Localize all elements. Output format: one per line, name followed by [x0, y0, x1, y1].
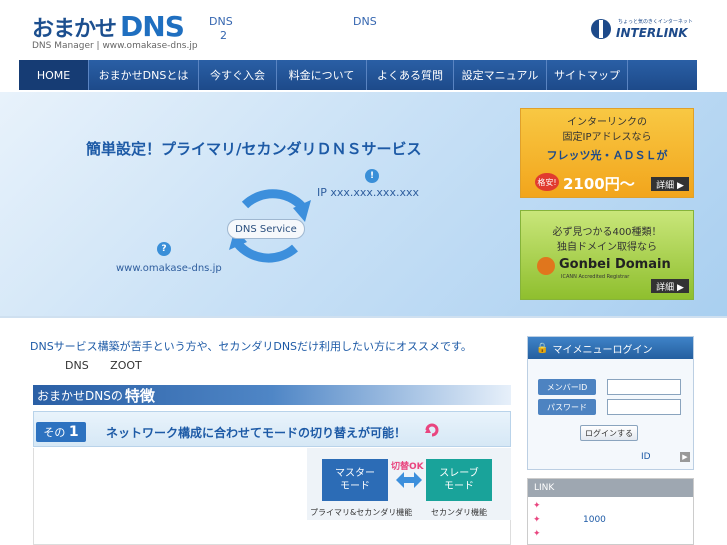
ad1-detail-button[interactable]: 詳細 ▶ [651, 177, 689, 191]
ad-gonbei-domain[interactable]: 必ず見つかる400種類！ 独自ドメイン取得なら Gonbei Domain IC… [520, 210, 694, 300]
ad1-line2: 固定IPアドレスなら [562, 132, 652, 143]
bullet-icon: ✦ [533, 515, 541, 525]
arrow-right-icon[interactable]: ▶ [680, 452, 690, 462]
mode-number: その 1 [36, 422, 86, 442]
login-button[interactable]: ログインする [580, 425, 638, 441]
member-id-label: メンバーID [538, 379, 596, 395]
dns-service-label: DNS Service [227, 219, 305, 239]
refresh-icon [425, 423, 439, 437]
feature-heading-emph: 特徴 [124, 386, 155, 405]
interlink-logo[interactable]: ちょっと気のきくインターネット INTERLINK [590, 14, 700, 44]
bullet-icon: ✦ [533, 501, 541, 511]
site-pin-icon: ? [157, 242, 171, 256]
interlink-tagline: ちょっと気のきくインターネット [618, 19, 693, 25]
login-title: マイメニューログイン [552, 344, 653, 356]
link-header: LINK [528, 479, 693, 497]
main-nav: HOME おまかせDNSとは 今すぐ入会 料金について よくある質問 設定マニュアル サイト… [19, 60, 697, 90]
nav-item[interactable]: 設定マニュアル [454, 60, 547, 90]
hero-ip: IP xxx.xxx.xxx.xxx [317, 186, 419, 199]
bullet-icon: ✦ [533, 529, 541, 539]
ad2-line2: 独自ドメイン取得なら [557, 242, 657, 253]
ad2-brand-sub: ICANN Accredited Registrar [561, 274, 630, 280]
gonbei-logo-icon [537, 257, 555, 275]
logo-subtitle: DNS Manager | www.omakase-dns.jp [32, 41, 198, 51]
interlink-name: INTERLINK [616, 26, 688, 40]
lock-icon: 🔒 [536, 342, 549, 354]
master-mode-box: マスター モード [322, 459, 388, 501]
nav-item[interactable]: 今すぐ入会 [199, 60, 277, 90]
intro-text: DNSサービス構築が苦手という方や、セカンダリDNSだけ利用したい方にオススメで… [30, 340, 472, 353]
feature-heading-prefix: おまかせDNSの [37, 388, 123, 403]
link-item[interactable]: 1000 [583, 515, 606, 525]
switch-ok-label: 切替OK [391, 462, 424, 472]
header-text-b: 2 [220, 29, 227, 42]
ad2-line1: 必ず見つかる400種類！ [552, 227, 662, 238]
switch-arrow-icon [396, 472, 422, 488]
login-header: 🔒 マイメニューログイン [528, 337, 693, 359]
ad1-line3: フレッツ光・ＡＤＳＬが [546, 149, 668, 162]
mode-heading-text: ネットワーク構成に合わせてモードの切り替えが可能！ [106, 426, 407, 440]
feature-heading: おまかせDNSの 特徴 [33, 385, 511, 405]
slave-mode-box: スレーブ モード [426, 459, 492, 501]
ad1-line1: インターリンクの [567, 117, 647, 128]
header-text-a: DNS [209, 15, 233, 28]
password-input[interactable] [607, 399, 681, 415]
ad1-badge: 格安! [535, 173, 559, 191]
hero-site-url: www.omakase-dns.jp [116, 263, 222, 274]
ad1-price: 2100円〜 [563, 175, 635, 193]
password-label: パスワード [538, 399, 596, 415]
hero-title: 簡単設定！プライマリ/セカンダリＤＮＳサービス [86, 140, 422, 158]
nav-item[interactable]: 料金について [277, 60, 367, 90]
link-panel: LINK ✦ ✦ 1000 ✦ [527, 478, 694, 545]
master-caption: プライマリ&セカンダリ機能 [310, 508, 413, 517]
logo-text: おまかせ DNS [32, 10, 185, 43]
header-text-c: DNS [353, 15, 377, 28]
ip-pin-icon: ! [365, 169, 379, 183]
login-panel: 🔒 マイメニューログイン メンバーID パスワード ログインする ID ▶ [527, 336, 694, 470]
nav-item[interactable]: おまかせDNSとは [89, 60, 199, 90]
slave-caption: セカンダリ機能 [431, 508, 487, 517]
login-id-link[interactable]: ID [641, 452, 651, 462]
ad2-brand: Gonbei Domain [559, 257, 671, 272]
ad-fixed-ip[interactable]: インターリンクの 固定IPアドレスなら フレッツ光・ＡＤＳＬが 格安! 2100… [520, 108, 694, 198]
nav-item[interactable]: よくある質問 [367, 60, 454, 90]
member-id-input[interactable] [607, 379, 681, 395]
ad2-detail-button[interactable]: 詳細 ▶ [651, 279, 689, 293]
sub-row-text: DNS ZOOT [65, 359, 142, 372]
nav-item[interactable]: HOME [19, 60, 89, 90]
interlink-mark-icon [591, 19, 611, 39]
nav-item[interactable]: サイトマップ [547, 60, 628, 90]
